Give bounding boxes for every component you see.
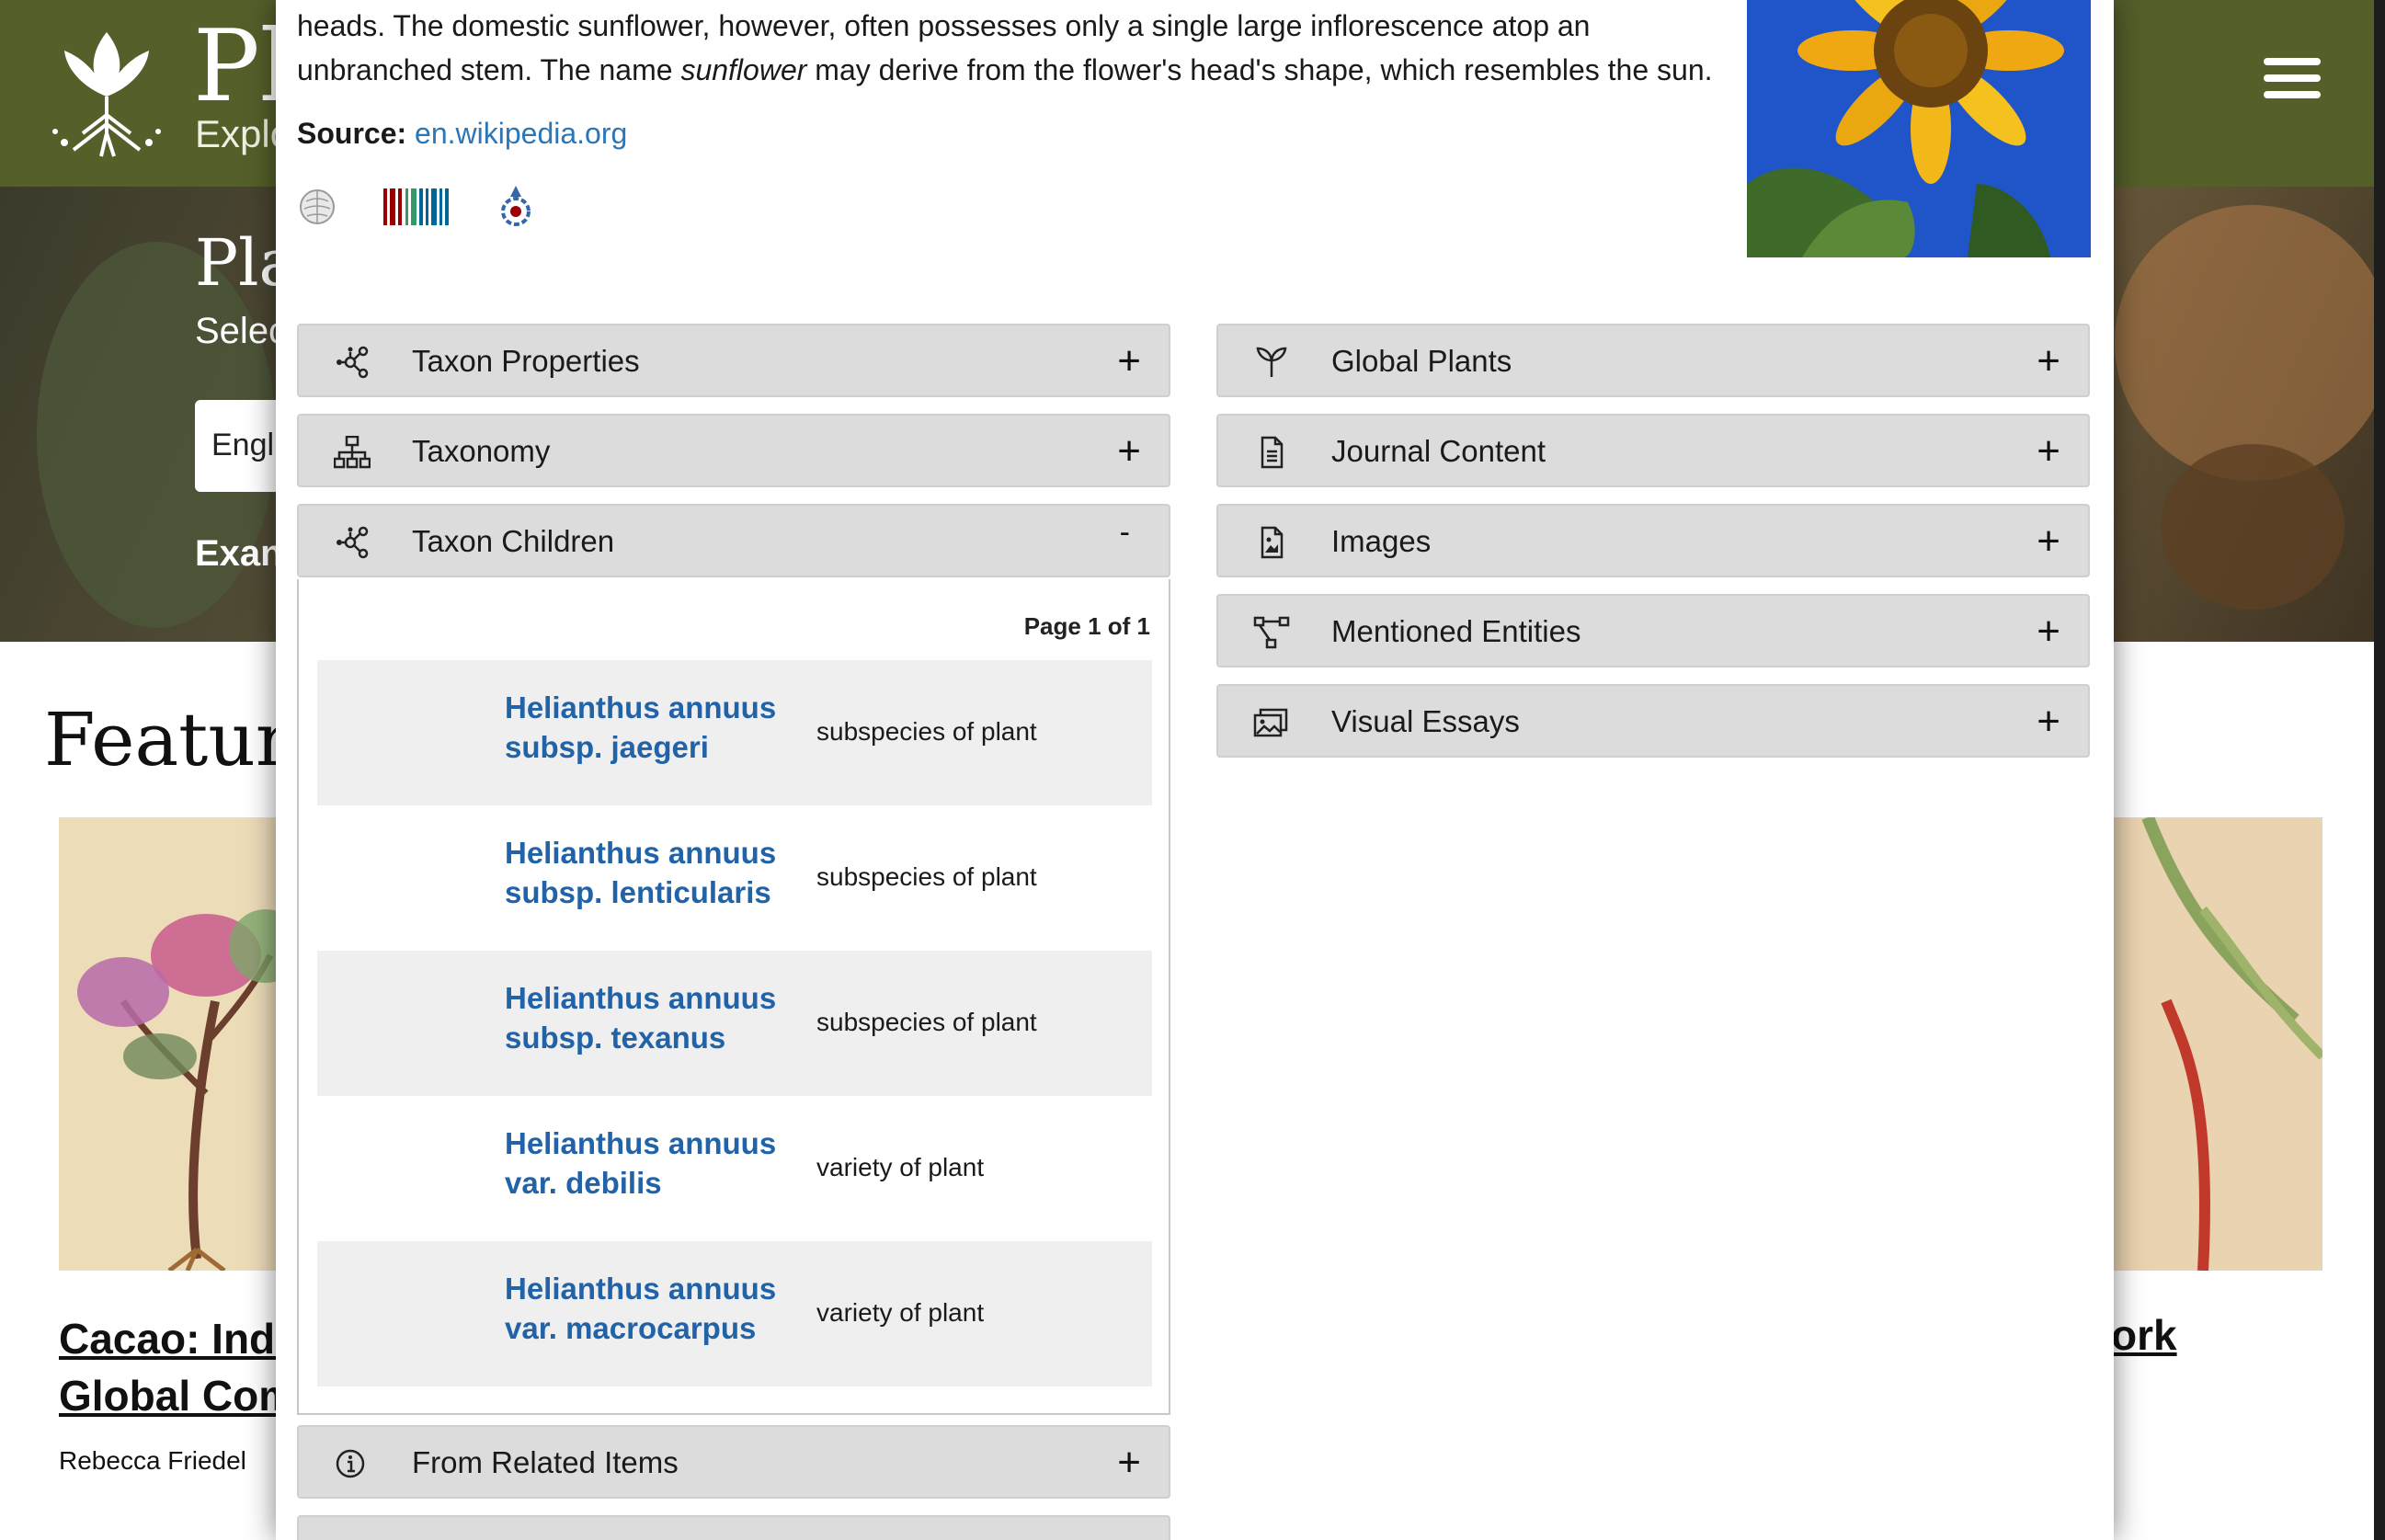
accordion-label: Global Plants: [1331, 344, 1512, 378]
accordion-taxon-children[interactable]: Taxon Children -: [297, 504, 1170, 577]
accordion-taxon-properties[interactable]: Taxon Properties +: [297, 324, 1170, 397]
accordion-label: Visual Essays: [1331, 704, 1520, 738]
source-label: Source:: [297, 117, 407, 150]
accordion-label: From Related Items: [412, 1445, 679, 1479]
taxon-child-link[interactable]: Helianthus annuus subsp. lenticularis: [505, 833, 776, 912]
relation-text: variety of plant: [816, 1153, 985, 1181]
site-logo-icon[interactable]: [46, 23, 167, 161]
image-file-icon: [1261, 526, 1284, 559]
relation-text: variety of plant: [816, 1298, 985, 1327]
taxon-child-link[interactable]: Helianthus annuus subsp. texanus: [505, 978, 776, 1057]
document-icon: [1261, 436, 1284, 469]
accordion-label: Taxon Children: [412, 524, 615, 558]
external-links: [299, 184, 534, 230]
hero-subtitle: Selec: [195, 311, 288, 351]
sunflower-photo-icon: [1747, 0, 2091, 257]
accordion-label: Journal Content: [1331, 434, 1546, 468]
table-row: Helianthus annuus subsp. texanus subspec…: [317, 951, 1152, 1096]
featured-card-image-right[interactable]: [2111, 817, 2322, 1271]
table-row: Helianthus annuus var. debilis variety o…: [317, 1096, 1152, 1241]
accordion-label: Images: [1331, 524, 1432, 558]
accordion-visual-essays[interactable]: Visual Essays +: [1216, 684, 2090, 758]
relation-text: subspecies of plant: [816, 1008, 1037, 1036]
table-row: Helianthus annuus subsp. lenticularis su…: [317, 805, 1152, 951]
accordion-journal-content[interactable]: Journal Content +: [1216, 414, 2090, 487]
language-select[interactable]: Engli: [195, 400, 287, 492]
accordion-label: Taxon Properties: [412, 344, 640, 378]
taxon-child-link[interactable]: Helianthus annuus var. macrocarpus: [505, 1269, 776, 1348]
taxon-child-link[interactable]: Helianthus annuus var. debilis: [505, 1124, 776, 1203]
hamburger-menu-icon[interactable]: [2264, 58, 2321, 98]
hierarchy-icon: [334, 436, 371, 469]
relation-text: subspecies of plant: [816, 717, 1037, 746]
plant-illustration-icon: [2141, 817, 2322, 1271]
expand-plus-icon[interactable]: +: [1117, 428, 1141, 474]
accordion-taxonomy[interactable]: Taxonomy +: [297, 414, 1170, 487]
featured-card-image[interactable]: [59, 817, 280, 1271]
wikidata-icon[interactable]: [383, 187, 450, 227]
taxon-child-link[interactable]: Helianthus annuus subsp. jaegeri: [505, 688, 776, 767]
page-indicator: Page 1 of 1: [1023, 612, 1150, 640]
table-row: Helianthus annuus var. macrocarpus varie…: [317, 1241, 1152, 1386]
featured-card-title[interactable]: Cacao: Indi Global Com: [59, 1310, 296, 1424]
taxon-graph-icon: [337, 526, 369, 559]
wikipedia-icon[interactable]: [299, 188, 336, 225]
taxon-graph-icon: [337, 346, 369, 379]
accordion-label: Taxonomy: [412, 434, 551, 468]
photo-stack-icon: [1253, 708, 1288, 737]
featured-card-author: Rebecca Friedel: [59, 1446, 246, 1475]
sprout-icon: [1256, 347, 1287, 377]
sunflower-image[interactable]: [1747, 0, 2091, 257]
taxon-detail-modal: heads. The domestic sunflower, however, …: [276, 0, 2114, 1540]
taxon-children-panel: Page 1 of 1 Helianthus annuus subsp. jae…: [297, 579, 1170, 1415]
expand-plus-icon[interactable]: +: [2037, 519, 2060, 565]
window-edge: [2374, 0, 2385, 1540]
taxon-description: heads. The domestic sunflower, however, …: [297, 9, 1713, 86]
accordion-global-plants[interactable]: Global Plants +: [1216, 324, 2090, 397]
expand-plus-icon[interactable]: +: [2037, 699, 2060, 745]
wikimedia-commons-icon[interactable]: [497, 186, 534, 228]
accordion-next-partial[interactable]: [297, 1515, 1170, 1540]
expand-plus-icon[interactable]: +: [2037, 338, 2060, 384]
source-line: Source: en.wikipedia.org: [297, 117, 627, 151]
featured-card-title-right[interactable]: ork: [2111, 1310, 2177, 1360]
accordion-from-related-items[interactable]: From Related Items +: [297, 1425, 1170, 1499]
expand-plus-icon[interactable]: +: [1117, 338, 1141, 384]
relation-text: subspecies of plant: [816, 862, 1037, 891]
accordion-label: Mentioned Entities: [1331, 614, 1581, 648]
info-icon: [336, 1449, 365, 1478]
table-row: Helianthus annuus subsp. jaegeri subspec…: [317, 660, 1152, 805]
collapse-minus-icon[interactable]: -: [1120, 515, 1130, 551]
expand-plus-icon[interactable]: +: [1117, 1440, 1141, 1486]
accordion-mentioned-entities[interactable]: Mentioned Entities +: [1216, 594, 2090, 667]
accordion-images[interactable]: Images +: [1216, 504, 2090, 577]
example-label: Exan: [195, 533, 283, 574]
entity-graph-icon: [1253, 616, 1290, 649]
source-link[interactable]: en.wikipedia.org: [415, 117, 627, 150]
cacao-illustration-icon: [77, 909, 280, 1271]
expand-plus-icon[interactable]: +: [2037, 609, 2060, 655]
expand-plus-icon[interactable]: +: [2037, 428, 2060, 474]
